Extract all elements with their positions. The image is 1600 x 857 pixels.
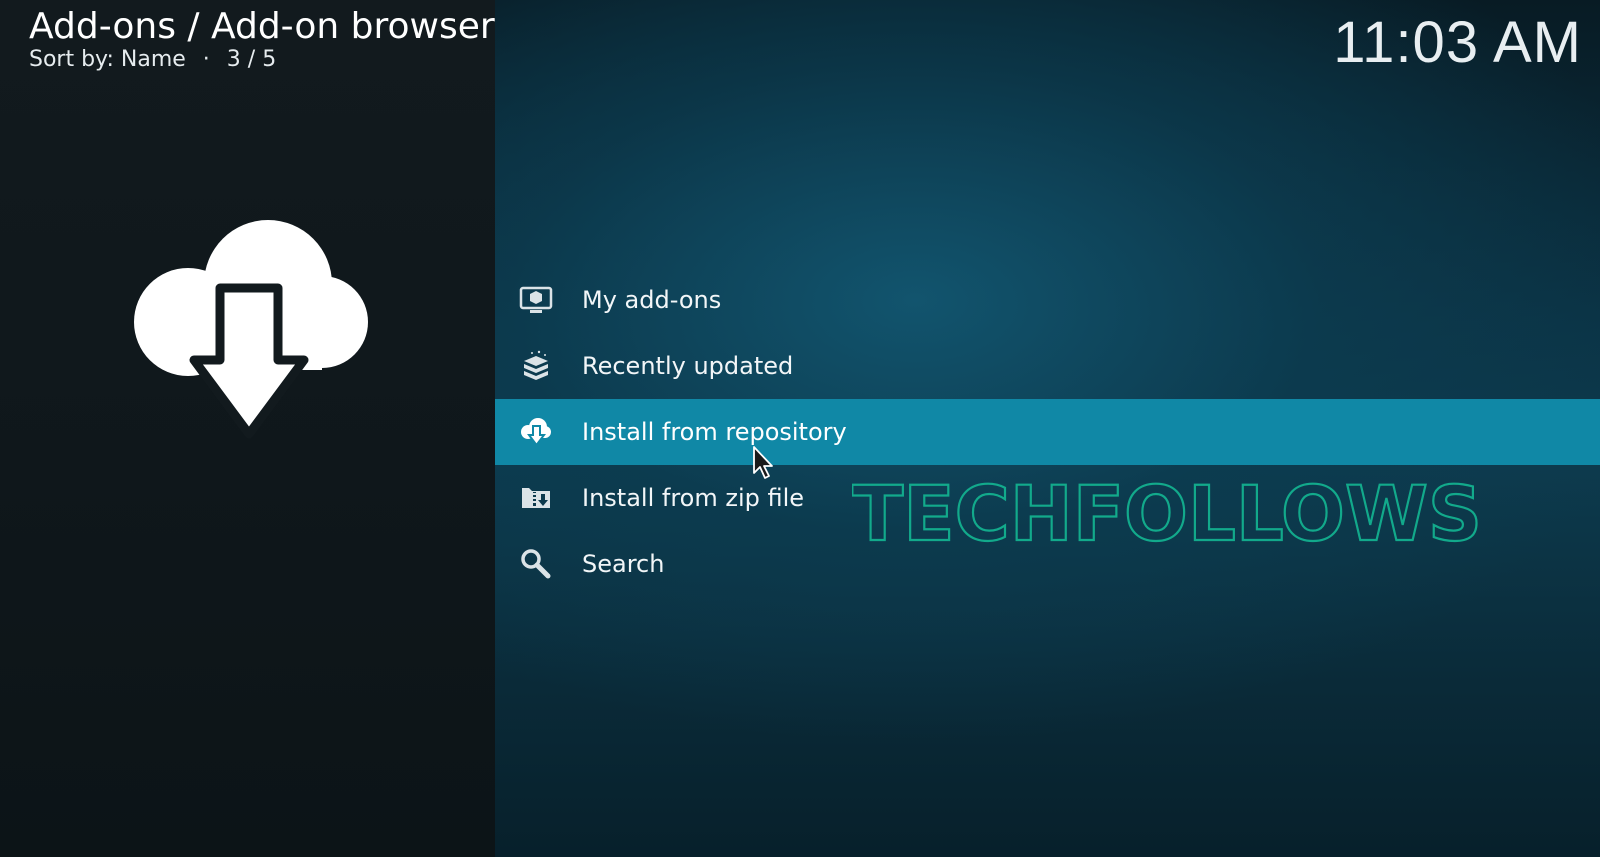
sort-label[interactable]: Sort by: Name <box>29 47 186 72</box>
mouse-pointer-icon <box>753 446 773 479</box>
kodi-addon-browser-screen: Add-ons / Add-on browser Sort by: Name ·… <box>0 0 1600 857</box>
boxes-icon <box>524 350 548 380</box>
cloud-download-icon <box>521 418 551 447</box>
item-position: 3 / 5 <box>226 47 277 72</box>
watermark-text: TECHFOLLOWS <box>852 478 1482 548</box>
menu-item-label: Recently updated <box>582 352 794 380</box>
menu-item-install-from-repository[interactable]: Install from repository <box>495 399 1600 465</box>
clock: 11:03 AM <box>1333 10 1582 75</box>
menu-item-label: Search <box>582 550 665 578</box>
menu-item-recently-updated[interactable]: Recently updated <box>495 333 1600 399</box>
menu-item-label: My add-ons <box>582 286 722 314</box>
left-info-panel: Add-ons / Add-on browser Sort by: Name ·… <box>0 0 495 857</box>
cloud-download-icon <box>134 220 368 439</box>
zip-install-icon <box>522 488 550 508</box>
subtitle-separator: · <box>202 47 210 72</box>
page-title-breadcrumb: Add-ons / Add-on browser <box>29 6 495 47</box>
techfollows-watermark: TECHFOLLOWS <box>852 478 1483 548</box>
menu-item-label: Install from repository <box>582 418 847 446</box>
search-icon <box>521 549 551 579</box>
monitor-box-icon <box>519 286 553 313</box>
menu-item-my-addons[interactable]: My add-ons <box>495 267 1600 333</box>
sort-info: Sort by: Name · 3 / 5 <box>29 46 276 74</box>
